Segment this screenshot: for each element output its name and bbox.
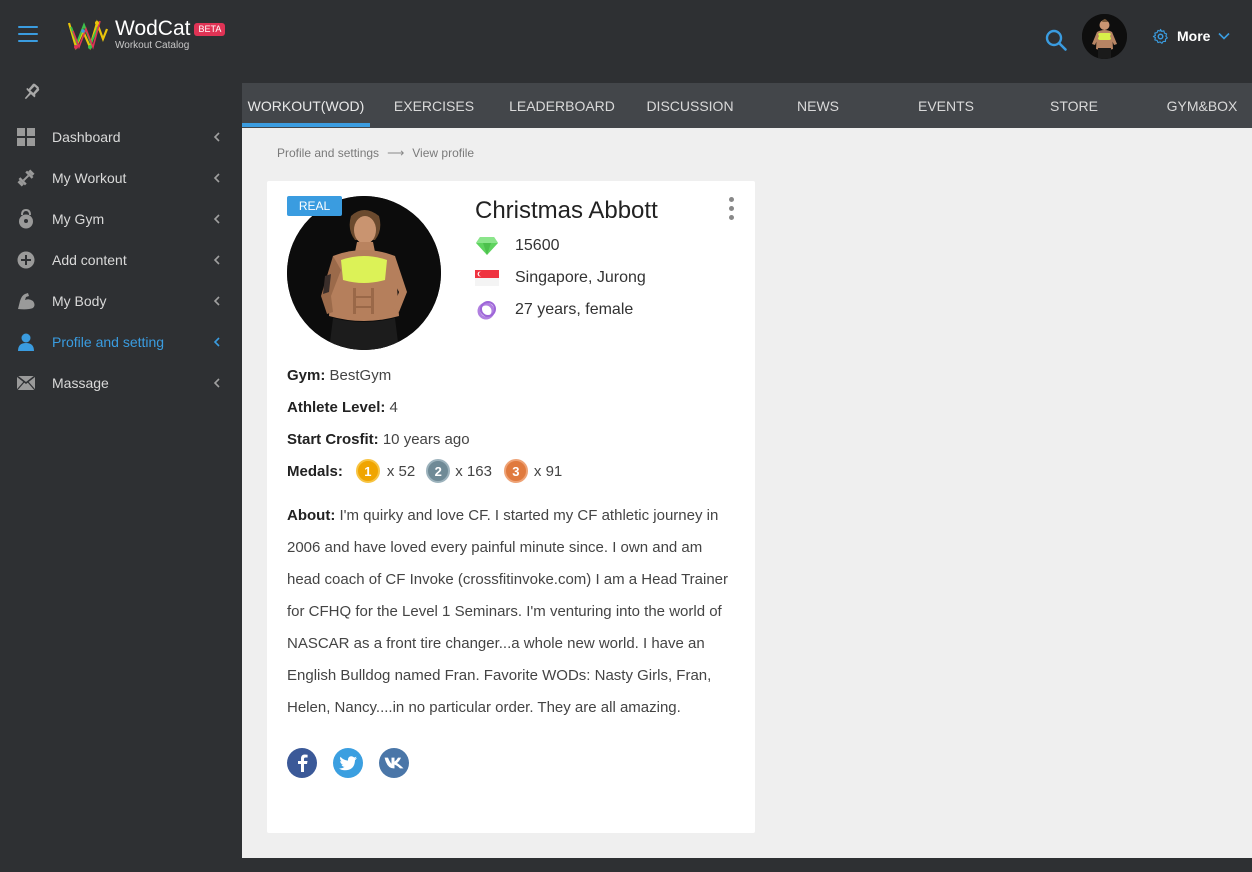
sidebar-item-label: Massage bbox=[52, 374, 109, 391]
more-menu-button[interactable]: More bbox=[1152, 26, 1231, 46]
sidebar-item-dashboard[interactable]: Dashboard bbox=[0, 116, 242, 157]
location-value: Singapore, Jurong bbox=[515, 269, 646, 286]
plus-circle-icon bbox=[16, 250, 36, 270]
tab-leaderboard[interactable]: LEADERBOARD bbox=[498, 83, 626, 128]
age-gender-row: 27 years, female bbox=[475, 298, 633, 322]
about-text: I'm quirky and love CF. I started my CF … bbox=[287, 507, 729, 716]
tab-gym-box[interactable]: GYM&BOX bbox=[1138, 83, 1252, 128]
gym-value: BestGym bbox=[329, 367, 392, 384]
breadcrumb: Profile and settings ⟶ View profile bbox=[277, 146, 474, 160]
user-icon bbox=[16, 332, 36, 352]
sidebar-item-my-gym[interactable]: My Gym bbox=[0, 198, 242, 239]
chevron-down-icon bbox=[1218, 32, 1231, 40]
sidebar-item-my-workout[interactable]: My Workout bbox=[0, 157, 242, 198]
tab-workout-wod[interactable]: WORKOUT(WOD) bbox=[242, 83, 370, 128]
points-value: 15600 bbox=[515, 237, 560, 254]
logo-name: WodCat bbox=[115, 16, 191, 40]
start-crossfit-value: 10 years ago bbox=[382, 431, 470, 448]
chevron-left-icon bbox=[213, 254, 220, 265]
active-tab-indicator bbox=[242, 123, 370, 127]
gym-field: Gym: BestGym bbox=[287, 367, 391, 384]
athlete-level-label: Athlete Level: bbox=[287, 399, 386, 416]
start-crossfit-label: Start Crosfit: bbox=[287, 431, 379, 448]
chevron-left-icon bbox=[213, 295, 220, 306]
gym-label: Gym: bbox=[287, 367, 326, 384]
start-crossfit-field: Start Crosfit: 10 years ago bbox=[287, 431, 470, 448]
profile-name: Christmas Abbott bbox=[475, 197, 658, 224]
chevron-left-icon bbox=[213, 213, 220, 224]
gear-icon bbox=[1152, 28, 1168, 44]
sidebar-item-label: My Workout bbox=[52, 169, 127, 186]
user-avatar[interactable] bbox=[1082, 14, 1127, 59]
avatar-image bbox=[1082, 14, 1127, 59]
about-section: About: I'm quirky and love CF. I started… bbox=[287, 500, 737, 724]
profile-photo bbox=[287, 196, 441, 350]
beta-badge: BETA bbox=[194, 22, 226, 36]
more-options-icon[interactable] bbox=[727, 197, 735, 223]
logo-subtitle: Workout Catalog bbox=[115, 39, 190, 51]
age-gender-value: 27 years, female bbox=[515, 301, 634, 318]
search-icon[interactable] bbox=[1044, 28, 1068, 52]
envelope-icon bbox=[16, 373, 36, 393]
silver-medal-count: x 163 bbox=[455, 462, 492, 480]
sidebar-item-my-body[interactable]: My Body bbox=[0, 280, 242, 321]
more-label: More bbox=[1177, 28, 1211, 44]
sidebar-item-label: My Body bbox=[52, 292, 107, 309]
breadcrumb-parent-link[interactable]: Profile and settings bbox=[277, 146, 379, 160]
bronze-medal-icon: 3 bbox=[503, 459, 528, 483]
chevron-left-icon bbox=[213, 172, 220, 183]
sidebar-item-massage[interactable]: Massage bbox=[0, 362, 242, 403]
sidebar-item-label: Profile and setting bbox=[52, 333, 165, 350]
about-label: About: bbox=[287, 507, 336, 524]
medals-row: Medals: 1 x 52 2 x 163 3 x 91 bbox=[287, 459, 562, 483]
logo-icon bbox=[67, 19, 109, 51]
menu-icon[interactable] bbox=[18, 26, 38, 42]
chevron-left-icon bbox=[213, 131, 220, 142]
dumbbell-icon bbox=[16, 168, 36, 188]
arrow-right-icon: ⟶ bbox=[387, 146, 405, 160]
tab-store[interactable]: STORE bbox=[1010, 83, 1138, 128]
profile-card: REAL Christmas Abbott 15600 Singapore, J… bbox=[267, 181, 755, 833]
chevron-left-icon bbox=[213, 377, 220, 388]
tab-discussion[interactable]: DISCUSSION bbox=[626, 83, 754, 128]
tab-news[interactable]: NEWS bbox=[754, 83, 882, 128]
dashboard-icon bbox=[16, 127, 36, 147]
location-row: Singapore, Jurong bbox=[475, 266, 646, 290]
logo[interactable]: WodCat BETA Workout Catalog bbox=[67, 16, 226, 51]
athlete-level-value: 4 bbox=[389, 399, 398, 416]
breadcrumb-current: View profile bbox=[412, 146, 475, 160]
silver-medal-icon: 2 bbox=[426, 459, 451, 483]
gold-medal-count: x 52 bbox=[386, 462, 416, 480]
pin-toggle-icon[interactable] bbox=[21, 82, 41, 102]
athlete-level-field: Athlete Level: 4 bbox=[287, 399, 398, 416]
points-row: 15600 bbox=[475, 234, 560, 258]
tab-events[interactable]: EVENTS bbox=[882, 83, 1010, 128]
sidebar-item-label: My Gym bbox=[52, 210, 105, 227]
sidebar-item-label: Add content bbox=[52, 251, 127, 268]
singapore-flag-icon bbox=[475, 267, 499, 289]
top-header: WodCat BETA Workout Catalog More bbox=[0, 0, 1252, 83]
main-content: Profile and settings ⟶ View profile REAL… bbox=[242, 128, 1252, 858]
facebook-icon[interactable] bbox=[287, 748, 317, 778]
kettlebell-icon bbox=[16, 208, 36, 229]
twitter-icon[interactable] bbox=[333, 748, 363, 778]
bronze-medal-count: x 91 bbox=[533, 462, 563, 480]
sidebar-item-label: Dashboard bbox=[52, 128, 121, 145]
nav-tabs: WORKOUT(WOD) EXERCISES LEADERBOARD DISCU… bbox=[242, 83, 1252, 128]
sidebar-item-profile-and-setting[interactable]: Profile and setting bbox=[0, 321, 242, 362]
medals-label: Medals: bbox=[287, 462, 343, 480]
gender-icon bbox=[475, 299, 499, 321]
bicep-icon bbox=[16, 291, 36, 311]
sidebar-item-add-content[interactable]: Add content bbox=[0, 239, 242, 280]
tab-exercises[interactable]: EXERCISES bbox=[370, 83, 498, 128]
gold-medal-icon: 1 bbox=[355, 459, 380, 483]
real-badge: REAL bbox=[287, 196, 342, 216]
footer-strip bbox=[242, 858, 1252, 872]
vk-icon[interactable] bbox=[379, 748, 409, 778]
chevron-left-icon bbox=[213, 336, 220, 347]
diamond-icon bbox=[475, 235, 499, 257]
